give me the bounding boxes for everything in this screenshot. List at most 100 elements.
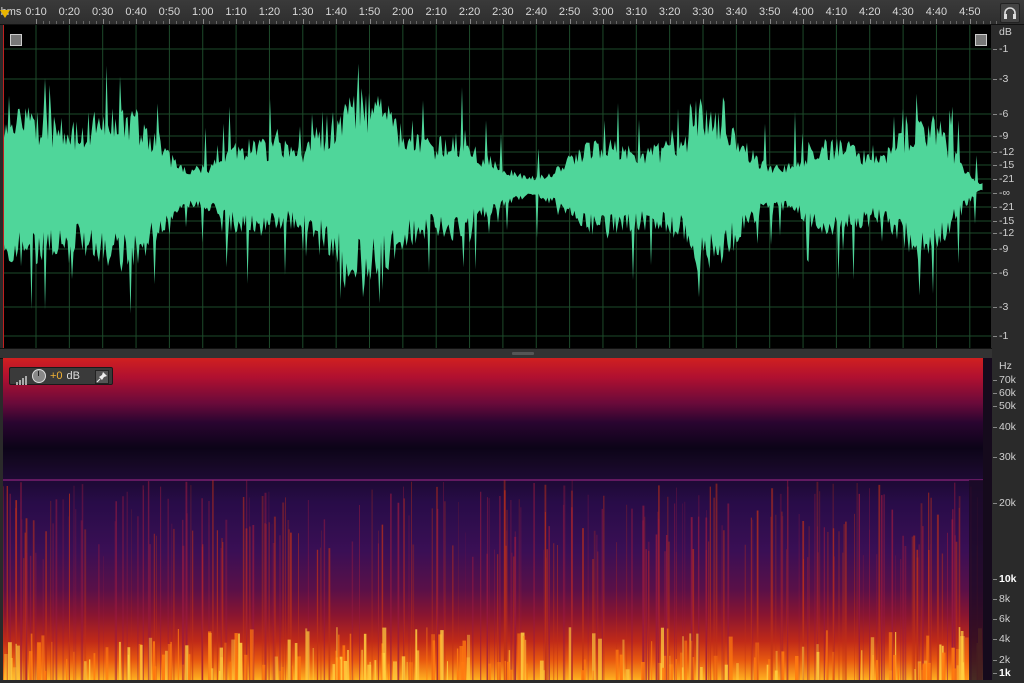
time-minor-tick (876, 21, 878, 24)
spectrogram-burst (105, 647, 109, 680)
time-minor-tick (256, 21, 258, 24)
time-tick-label: 3:00 (592, 6, 614, 18)
time-minor-tick (462, 21, 464, 24)
time-tick-mark (803, 19, 805, 24)
db-scale-tick (993, 233, 997, 234)
db-scale-label: -9 (999, 130, 1009, 142)
time-tick-label: 1:00 (192, 6, 214, 18)
time-minor-tick (789, 21, 791, 24)
zoom-left-corner-button[interactable] (10, 34, 22, 46)
hz-scale-label: 4k (999, 633, 1011, 645)
db-scale-tick (993, 249, 997, 250)
time-minor-tick (696, 21, 698, 24)
hz-scale-label: 60k (999, 387, 1016, 399)
spectrogram-burst (208, 631, 212, 680)
spectrogram-burst (177, 629, 179, 680)
spectrogram-burst (888, 632, 893, 680)
time-ruler[interactable]: hms 0:10 0:20 0:30 0:40 0:50 1:00 1:10 1:20 1:30… (0, 0, 1024, 25)
time-tick-label: 2:50 (558, 6, 581, 18)
db-scale-label: -1 (999, 43, 1009, 55)
waveform-panel[interactable] (3, 25, 991, 348)
db-scale-tick (993, 273, 997, 274)
time-tick-mark (36, 19, 37, 24)
time-minor-tick (943, 21, 945, 24)
spectrogram-burst (406, 662, 408, 680)
headphones-button[interactable] (1000, 3, 1020, 23)
frequency-scale: Hz 70k 60k 50k 40k 30k 20k 10k 8k 6k 4k 2k 1k (993, 358, 1024, 683)
time-minor-tick (89, 21, 91, 24)
time-tick-mark (502, 19, 504, 24)
db-scale-label: -21 (999, 173, 1015, 185)
time-tick-mark (669, 19, 671, 24)
playhead-marker[interactable] (0, 10, 10, 18)
time-minor-tick (662, 21, 664, 24)
time-minor-tick (923, 21, 925, 24)
time-minor-tick (349, 21, 351, 24)
time-minor-tick (222, 21, 224, 24)
db-scale-tick (993, 307, 997, 308)
time-minor-tick (556, 21, 558, 24)
time-minor-tick (596, 21, 598, 24)
time-minor-tick (116, 21, 118, 24)
spectrogram-burst (713, 655, 718, 680)
spectrogram-burst (775, 650, 778, 680)
db-scale-label: -6 (999, 108, 1009, 120)
time-tick-mark (436, 19, 438, 24)
spectrogram-burst (93, 653, 96, 680)
spectrogram-burst (401, 656, 406, 680)
db-scale-label: -6 (999, 267, 1009, 279)
divider-grip[interactable] (512, 352, 534, 355)
signal-bars-icon[interactable] (16, 367, 28, 385)
spectrogram-burst (681, 667, 684, 680)
db-scale-tick (993, 79, 997, 80)
time-minor-tick (783, 21, 785, 24)
time-minor-tick (482, 21, 484, 24)
spectrogram-burst (543, 670, 545, 680)
spectrogram-burst (84, 661, 87, 680)
time-tick-mark (469, 19, 471, 24)
time-minor-tick (509, 21, 511, 24)
time-minor-tick (416, 21, 418, 24)
time-minor-tick (916, 21, 918, 24)
time-minor-tick (709, 21, 711, 24)
time-tick-mark (336, 19, 338, 24)
db-scale-tick (993, 165, 997, 166)
gain-knob-icon[interactable] (32, 369, 46, 383)
time-minor-tick (589, 21, 591, 24)
spectrogram-burst (870, 637, 875, 680)
db-scale-tick (993, 49, 997, 50)
spectrogram-burst (440, 630, 444, 680)
time-minor-tick (209, 21, 211, 24)
spectrogram-burst (127, 647, 131, 680)
spectrogram-burst (795, 656, 799, 680)
time-tick-label: 2:00 (392, 6, 414, 18)
time-tick-mark (169, 19, 171, 24)
spectrogram-burst (710, 669, 712, 680)
time-tick-label: 1:10 (225, 6, 247, 18)
time-tick-label: 1:50 (358, 6, 381, 18)
db-scale-tick (993, 193, 997, 194)
time-minor-tick (609, 21, 611, 24)
spectrogram-burst (51, 641, 53, 680)
time-minor-tick (582, 21, 584, 24)
zoom-right-corner-button[interactable] (975, 34, 987, 46)
time-minor-tick (42, 21, 44, 24)
time-minor-tick (896, 21, 898, 24)
spectrogram-burst (162, 654, 165, 680)
pin-button[interactable] (95, 370, 109, 384)
time-minor-tick (629, 21, 631, 24)
db-scale-tick (993, 336, 997, 337)
time-minor-tick (763, 21, 765, 24)
gain-value[interactable]: +0 (50, 370, 63, 382)
spectrogram-burst (170, 641, 172, 680)
time-tick-mark (936, 19, 938, 24)
spectrogram-burst (517, 633, 521, 680)
time-minor-tick (529, 21, 531, 24)
time-minor-tick (176, 21, 178, 24)
spectrogram-burst (816, 651, 820, 680)
spectrogram-panel[interactable] (3, 358, 983, 680)
spectrogram-burst (927, 662, 931, 680)
spectrogram-burst (669, 655, 671, 680)
spectrogram-burst (651, 641, 653, 680)
time-tick-mark (402, 19, 404, 24)
